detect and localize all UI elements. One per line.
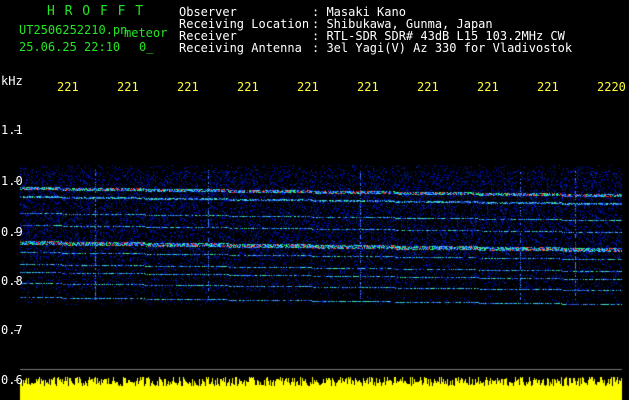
time-tick: 221: [417, 80, 439, 94]
tick-mark: [14, 232, 19, 233]
tick-mark: [14, 181, 19, 182]
time-tick: 221: [237, 80, 259, 94]
tick-mark: [14, 330, 19, 331]
freq-tick: 0.6: [1, 373, 23, 387]
date-time: 25.06.25 22:10: [19, 40, 121, 54]
time-tick: 221: [297, 80, 319, 94]
value-antenna: : 3el Yagi(V) Az 330 for Vladivostok: [312, 41, 573, 55]
unit-label: kHz: [1, 74, 23, 88]
freq-tick: 0.7: [1, 323, 23, 337]
file-type: meteor: [124, 26, 168, 40]
time-tick: 221: [117, 80, 139, 94]
tick-mark: [14, 281, 19, 282]
time-tick: 221: [177, 80, 199, 94]
file-name: UT2506252210.pn: [19, 23, 128, 37]
tick-mark: [14, 130, 19, 131]
label-antenna: Receiving Antenna: [179, 41, 302, 55]
freq-tick: 0.8: [1, 274, 23, 288]
waterfall-canvas: [0, 0, 629, 400]
freq-tick: 0.9: [1, 225, 23, 239]
time-tick: 2220: [597, 80, 626, 94]
extra-indicator: 0_: [139, 40, 154, 54]
time-tick: 221: [57, 80, 79, 94]
tick-mark: [14, 380, 19, 381]
time-tick: 221: [537, 80, 559, 94]
time-tick: 221: [477, 80, 499, 94]
hrofft-screen: H R O F F T UT2506252210.pn meteor 25.06…: [0, 0, 629, 400]
app-logo: H R O F F T: [47, 4, 145, 19]
freq-tick: 1.1: [1, 123, 23, 137]
time-tick: 221: [357, 80, 379, 94]
freq-tick: 1.0: [1, 174, 23, 188]
